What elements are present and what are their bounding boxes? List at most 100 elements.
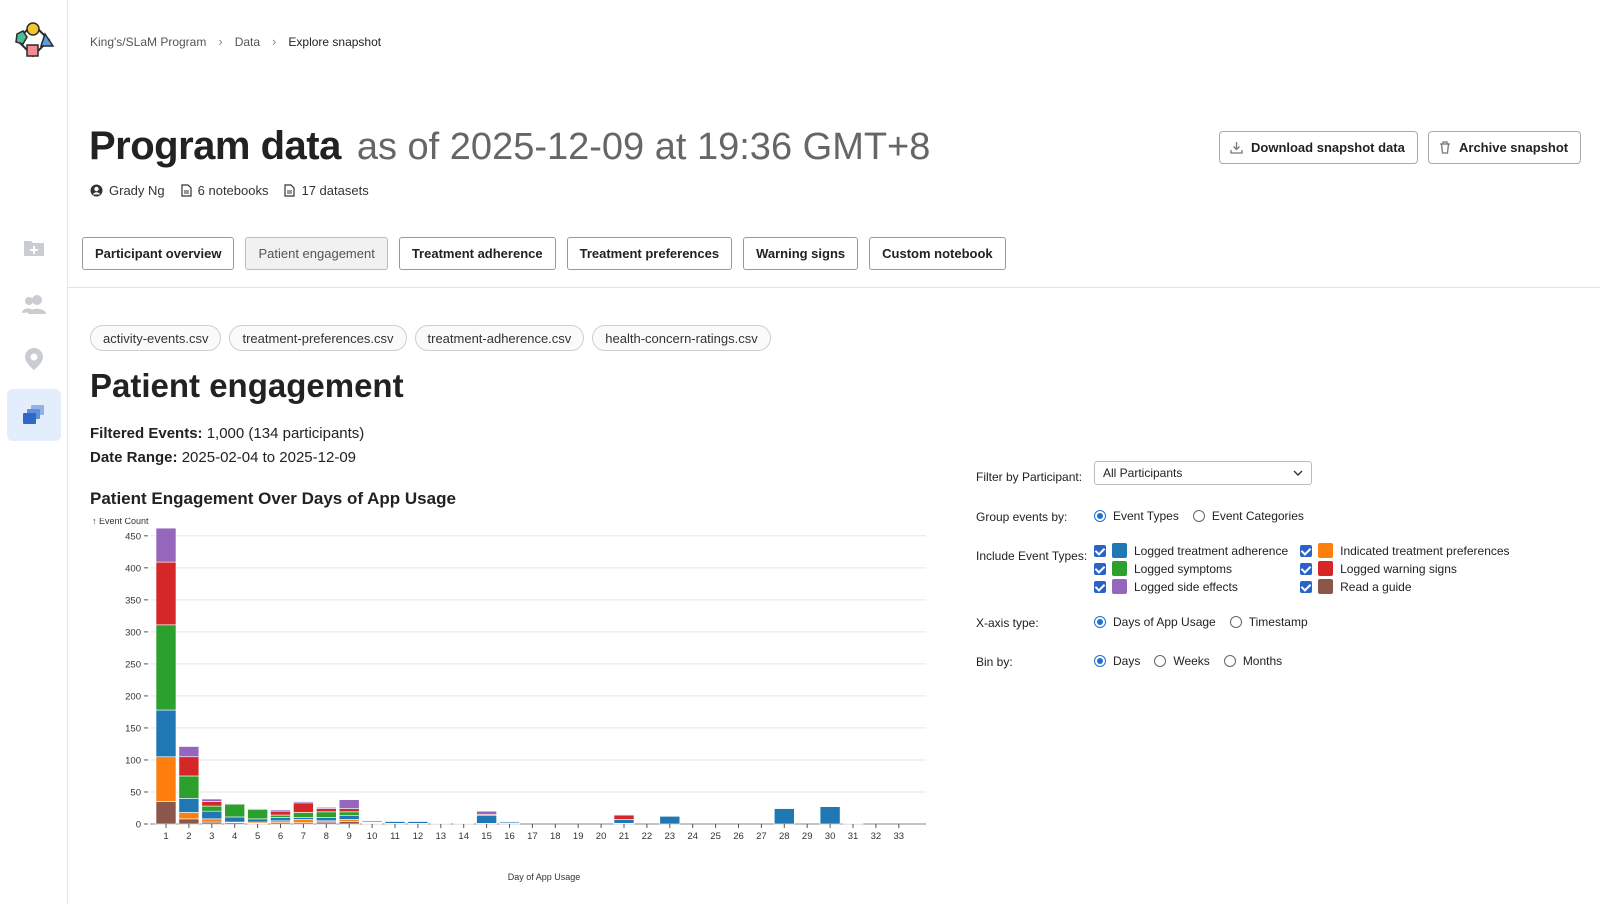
bar-segment[interactable] [201, 810, 223, 820]
bar-segment[interactable] [842, 823, 864, 825]
participant-filter-select[interactable]: All Participants [1094, 461, 1312, 485]
breadcrumb-data[interactable]: Data [235, 35, 260, 49]
bar-segment[interactable] [338, 808, 360, 813]
participants-nav-button[interactable] [7, 278, 61, 330]
bar-segment[interactable] [316, 807, 337, 809]
event-type-checkbox-treatment-adherence[interactable]: Logged treatment adherence [1094, 543, 1288, 558]
page-title: Program data as of 2025-12-09 at 19:36 G… [89, 124, 930, 169]
bar-segment[interactable] [384, 819, 406, 822]
checkbox-checked-icon [1094, 544, 1106, 557]
bar-segment[interactable] [499, 820, 520, 822]
y-tick-label: 200 [125, 691, 141, 702]
bar-segment[interactable] [201, 801, 223, 807]
bar-segment[interactable] [316, 811, 337, 818]
tab-treatment-adherence[interactable]: Treatment adherence [398, 237, 556, 270]
bar-segment[interactable] [613, 814, 635, 816]
tab-treatment-preferences[interactable]: Treatment preferences [566, 237, 733, 270]
tab-warning-signs[interactable]: Warning signs [743, 237, 859, 270]
tab-participant-overview[interactable]: Participant overview [82, 237, 235, 270]
event-type-checkbox-treatment-preferences[interactable]: Indicated treatment preferences [1300, 543, 1510, 558]
dataset-chip[interactable]: treatment-adherence.csv [414, 325, 585, 351]
download-snapshot-button[interactable]: Download snapshot data [1219, 131, 1418, 164]
bar-segment[interactable] [476, 810, 497, 815]
bar-segment[interactable] [338, 815, 360, 820]
bar-segment[interactable] [316, 808, 337, 813]
dataset-chip[interactable]: health-concern-ratings.csv [592, 325, 771, 351]
bar-segment[interactable] [247, 818, 268, 823]
bar-segment[interactable] [613, 814, 635, 820]
group-by-event-categories-radio[interactable]: Event Categories [1192, 509, 1304, 523]
bar-segment[interactable] [293, 801, 314, 804]
bin-days-radio[interactable]: Days [1094, 654, 1140, 668]
x-axis-timestamp-radio[interactable]: Timestamp [1229, 615, 1308, 629]
bin-months-radio[interactable]: Months [1223, 654, 1282, 668]
color-swatch [1318, 561, 1334, 576]
bar-segment[interactable] [178, 775, 200, 799]
bar-segment[interactable] [178, 756, 200, 777]
bar-segment[interactable] [613, 819, 635, 824]
x-axis-days-radio[interactable]: Days of App Usage [1094, 615, 1216, 629]
tab-custom-notebook[interactable]: Custom notebook [869, 237, 1006, 270]
bar-segment[interactable] [293, 812, 314, 818]
bar-segment[interactable] [293, 819, 314, 824]
breadcrumb-program[interactable]: King's/SLaM Program [90, 35, 206, 49]
bar-segment[interactable] [338, 799, 360, 809]
x-tick-label: 27 [756, 831, 767, 842]
bar-segment[interactable] [155, 561, 177, 626]
bar-segment[interactable] [155, 801, 177, 825]
archive-snapshot-button[interactable]: Archive snapshot [1428, 131, 1582, 164]
bar-segment[interactable] [178, 798, 200, 813]
y-tick-label: 100 [125, 755, 141, 766]
event-type-checkbox-side-effects[interactable]: Logged side effects [1094, 579, 1288, 594]
locations-nav-button[interactable] [7, 333, 61, 385]
bar-segment[interactable] [178, 746, 200, 758]
bar-segment[interactable] [247, 807, 268, 809]
bar-segment[interactable] [247, 808, 268, 820]
bar-segment[interactable] [178, 818, 200, 825]
event-type-checkbox-warning-signs[interactable]: Logged warning signs [1300, 561, 1509, 576]
event-type-checkbox-read-guide[interactable]: Read a guide [1300, 579, 1509, 594]
breadcrumb-current: Explore snapshot [288, 34, 382, 49]
bar-segment[interactable] [178, 812, 200, 820]
x-tick-label: 14 [458, 831, 469, 842]
event-type-checkbox-symptoms[interactable]: Logged symptoms [1094, 561, 1288, 576]
y-axis-label: ↑ Event Count [92, 518, 149, 526]
bar-segment[interactable] [659, 816, 681, 825]
bar-segment[interactable] [224, 803, 245, 818]
bar-segment[interactable] [819, 806, 841, 825]
bar-segment[interactable] [201, 798, 223, 802]
bar-segment[interactable] [270, 814, 291, 818]
bar-segment[interactable] [453, 823, 475, 825]
x-tick-label: 22 [642, 831, 653, 842]
bar-segment[interactable] [361, 819, 383, 822]
bar-segment[interactable] [155, 756, 177, 802]
bar-segment[interactable] [155, 527, 177, 563]
sidebar [0, 0, 68, 904]
bar-segment[interactable] [316, 817, 337, 822]
bar-segment[interactable] [338, 811, 360, 816]
bar-segment[interactable] [407, 819, 429, 821]
bar-segment[interactable] [224, 816, 245, 823]
dataset-chip[interactable]: activity-events.csv [90, 325, 222, 351]
bar-segment[interactable] [773, 808, 795, 825]
bar-segment[interactable] [270, 809, 291, 812]
dataset-chip[interactable]: treatment-preferences.csv [229, 325, 407, 351]
x-tick-label: 17 [527, 831, 538, 842]
add-folder-nav-button[interactable] [7, 222, 61, 274]
bar-segment[interactable] [270, 810, 291, 816]
bar-segment[interactable] [201, 805, 223, 812]
bar-segment[interactable] [224, 802, 245, 804]
program-logo[interactable] [11, 20, 55, 62]
group-by-event-types-radio[interactable]: Event Types [1094, 509, 1179, 523]
bar-segment[interactable] [155, 624, 177, 711]
bar-segment[interactable] [430, 823, 452, 825]
bar-segment[interactable] [338, 821, 360, 825]
bar-segment[interactable] [270, 817, 291, 822]
bar-segment[interactable] [293, 802, 314, 813]
bin-weeks-radio[interactable]: Weeks [1154, 654, 1210, 668]
data-snapshots-nav-button[interactable] [7, 389, 61, 441]
bar-segment[interactable] [476, 815, 497, 824]
tab-patient-engagement[interactable]: Patient engagement [245, 237, 388, 270]
bar-segment[interactable] [201, 818, 223, 823]
bar-segment[interactable] [155, 709, 177, 758]
